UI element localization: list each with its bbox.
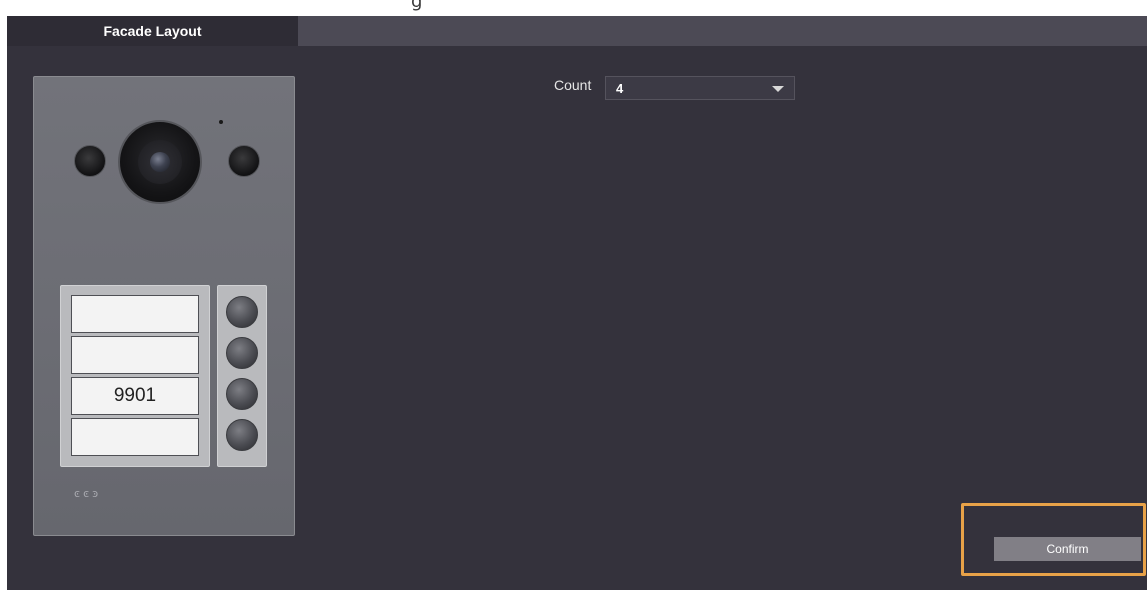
call-buttons-frame — [217, 285, 267, 467]
tab-facade-layout[interactable]: Facade Layout — [7, 16, 298, 46]
camera-lens-icon — [150, 152, 170, 172]
call-button-3[interactable] — [226, 378, 258, 410]
clipped-heading-fragment: g — [411, 0, 423, 12]
door-station-panel: 9901 ͼͼͽ — [33, 76, 295, 536]
count-select[interactable]: 4 — [605, 76, 795, 100]
chevron-down-icon — [772, 86, 784, 92]
ir-light-right-icon — [228, 145, 260, 177]
status-indicators: ͼͼͽ — [74, 487, 101, 500]
confirm-button[interactable]: Confirm — [994, 537, 1141, 561]
facade-layout-page: Facade Layout 9901 ͼͼͽ Count 4 Confirm — [7, 16, 1147, 590]
camera-icon — [118, 120, 202, 204]
call-button-1[interactable] — [226, 296, 258, 328]
microphone-icon — [219, 120, 223, 124]
call-indicator-icon: ͼ — [83, 487, 93, 500]
unlock-indicator-icon: ͽ — [92, 487, 102, 500]
call-button-2[interactable] — [226, 337, 258, 369]
name-slot-2[interactable] — [71, 336, 199, 374]
tab-bar: Facade Layout — [7, 16, 1147, 46]
count-selected-value: 4 — [616, 81, 624, 96]
ir-light-left-icon — [74, 145, 106, 177]
name-slot-3[interactable]: 9901 — [71, 377, 199, 415]
name-slot-1[interactable] — [71, 295, 199, 333]
call-button-4[interactable] — [226, 419, 258, 451]
camera-ring — [138, 140, 182, 184]
count-label: Count — [554, 77, 592, 93]
top-strip: g — [0, 0, 1147, 16]
name-plate-frame: 9901 — [60, 285, 210, 467]
name-slot-4[interactable] — [71, 418, 199, 456]
call-indicator-icon: ͼ — [74, 487, 84, 500]
